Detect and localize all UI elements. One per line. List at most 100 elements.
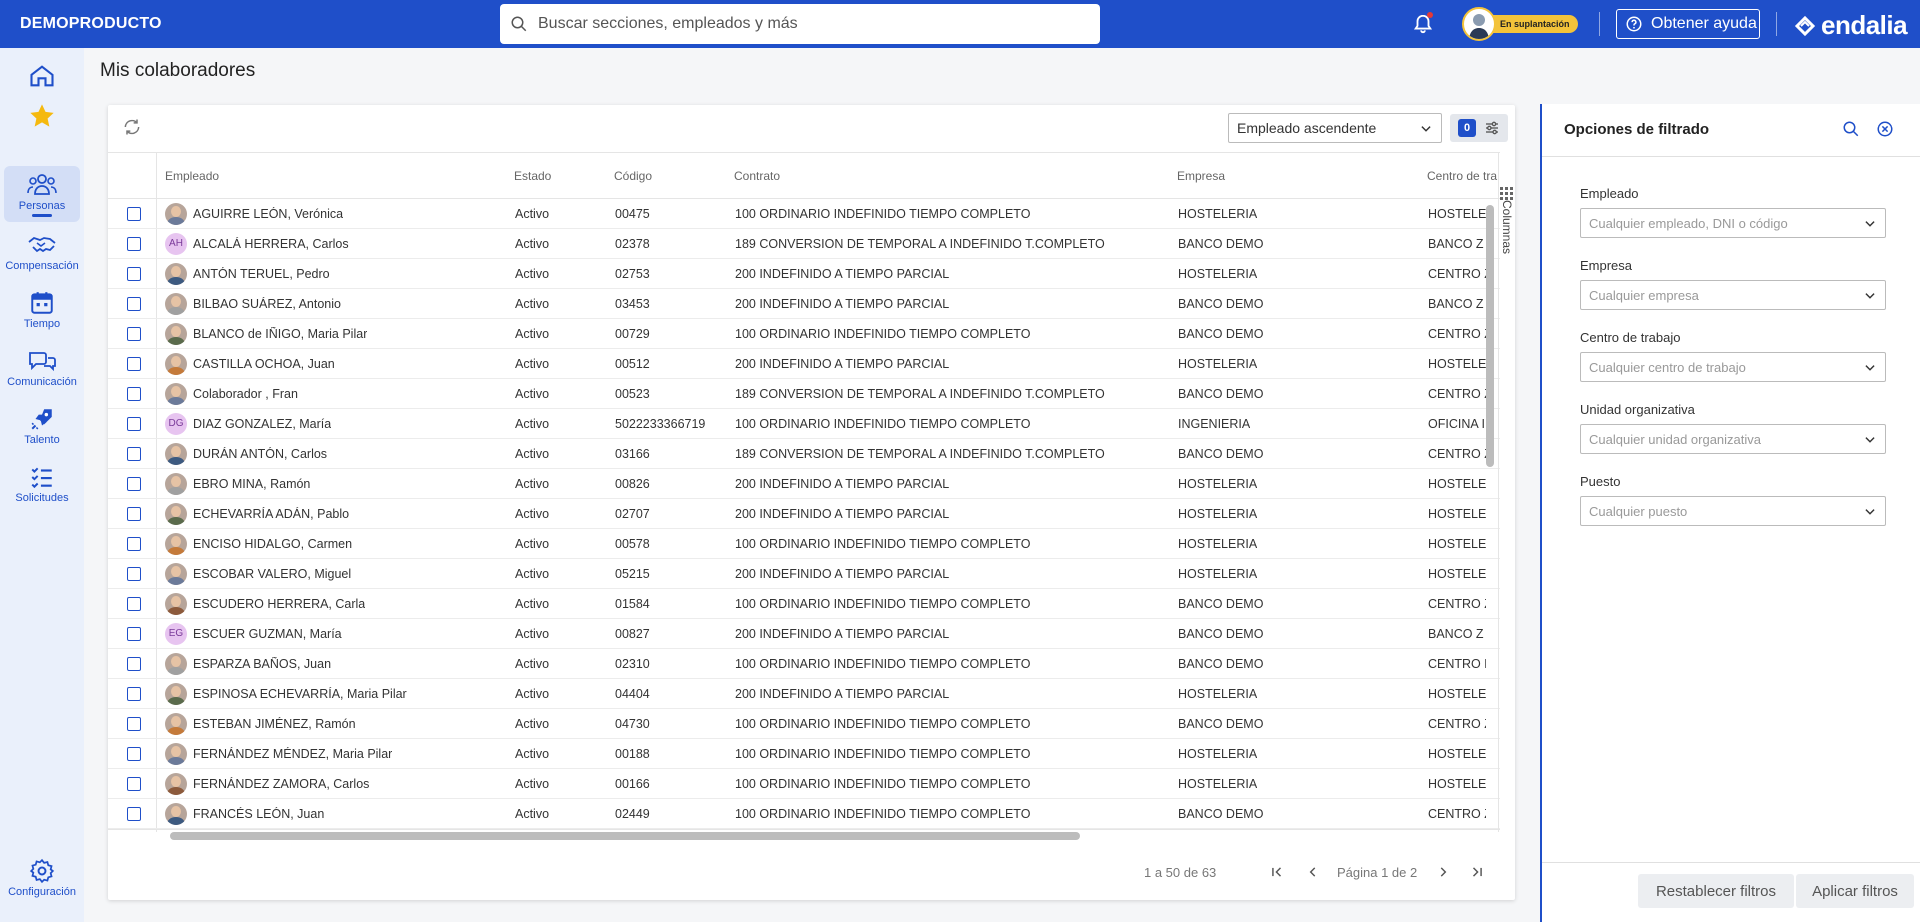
filter-select-centro[interactable]: Cualquier centro de trabajo	[1580, 352, 1886, 382]
row-checkbox[interactable]	[127, 447, 141, 461]
table-row[interactable]: BLANCO de IÑIGO, Maria Pilar Activo 00729 1…	[108, 319, 1500, 349]
table-row[interactable]: Colaborador , Fran Activo 00523 189 CONVERS…	[108, 379, 1500, 409]
header-codigo[interactable]: Código	[614, 169, 652, 183]
sidebar-item-personas[interactable]: Personas	[4, 166, 80, 222]
row-checkbox[interactable]	[127, 237, 141, 251]
employee-name[interactable]: BLANCO de IÑIGO, Maria Pilar	[193, 327, 367, 341]
global-search[interactable]	[500, 4, 1100, 44]
refresh-button[interactable]	[122, 117, 142, 142]
sidebar-item-solicitudes[interactable]: Solicitudes	[4, 464, 80, 516]
sidebar-item-compensacion[interactable]: Compensación	[4, 232, 80, 284]
employee-name[interactable]: ESCUDERO HERRERA, Carla	[193, 597, 365, 611]
grid-icon[interactable]	[1500, 187, 1514, 201]
table-row[interactable]: ENCISO HIDALGO, Carmen Activo 00578 100 ORD…	[108, 529, 1500, 559]
prev-page-button[interactable]	[1306, 865, 1320, 884]
employee-name[interactable]: AGUIRRE LEÓN, Verónica	[193, 207, 343, 221]
row-checkbox[interactable]	[127, 387, 141, 401]
vertical-scrollbar[interactable]	[1486, 205, 1494, 467]
table-row[interactable]: EBRO MINA, Ramón Activo 00826 200 INDEFINID…	[108, 469, 1500, 499]
row-checkbox[interactable]	[127, 777, 141, 791]
row-checkbox[interactable]	[127, 747, 141, 761]
row-checkbox[interactable]	[127, 477, 141, 491]
sort-select[interactable]: Empleado ascendente	[1228, 113, 1442, 143]
row-checkbox[interactable]	[127, 687, 141, 701]
table-row[interactable]: FERNÁNDEZ ZAMORA, Carlos Activo 00166 100 O…	[108, 769, 1500, 799]
employee-name[interactable]: DIAZ GONZALEZ, María	[193, 417, 331, 431]
table-row[interactable]: AGUIRRE LEÓN, Verónica Activo 00475 100 ORD…	[108, 199, 1500, 229]
reset-filters-button[interactable]: Restablecer filtros	[1638, 874, 1794, 908]
row-checkbox[interactable]	[127, 207, 141, 221]
row-checkbox[interactable]	[127, 597, 141, 611]
header-empresa[interactable]: Empresa	[1177, 169, 1225, 183]
employee-name[interactable]: DURÁN ANTÓN, Carlos	[193, 447, 327, 461]
sidebar-item-configuracion[interactable]: Configuración	[4, 858, 80, 910]
employee-name[interactable]: ALCALÁ HERRERA, Carlos	[193, 237, 349, 251]
employee-name[interactable]: FERNÁNDEZ ZAMORA, Carlos	[193, 777, 369, 791]
row-checkbox[interactable]	[127, 327, 141, 341]
impersonation-widget[interactable]: En suplantación	[1462, 7, 1578, 41]
first-page-button[interactable]	[1270, 865, 1284, 884]
employee-name[interactable]: ENCISO HIDALGO, Carmen	[193, 537, 352, 551]
help-button[interactable]: Obtener ayuda	[1616, 9, 1760, 39]
sidebar-item-comunicacion[interactable]: Comunicación	[4, 348, 80, 400]
table-row[interactable]: ANTÓN TERUEL, Pedro Activo 02753 200 INDEFI…	[108, 259, 1500, 289]
table-row[interactable]: EG ESCUER GUZMAN, María Activo 00827 200 IND…	[108, 619, 1500, 649]
close-filter-panel-button[interactable]	[1876, 120, 1894, 143]
table-row[interactable]: ESPINOSA ECHEVARRÍA, Maria Pilar Activo 04…	[108, 679, 1500, 709]
row-checkbox[interactable]	[127, 267, 141, 281]
table-row[interactable]: ESCUDERO HERRERA, Carla Activo 01584 100 OR…	[108, 589, 1500, 619]
row-checkbox[interactable]	[127, 417, 141, 431]
row-checkbox[interactable]	[127, 507, 141, 521]
table-row[interactable]: ECHEVARRÍA ADÁN, Pablo Activo 02707 200 IND…	[108, 499, 1500, 529]
brand-name[interactable]: DEMOPRODUCTO	[20, 15, 500, 33]
employee-name[interactable]: ESPARZA BAÑOS, Juan	[193, 657, 331, 671]
employee-name[interactable]: ESTEBAN JIMÉNEZ, Ramón	[193, 717, 356, 731]
employee-name[interactable]: FERNÁNDEZ MÉNDEZ, Maria Pilar	[193, 747, 392, 761]
notifications-bell-icon[interactable]	[1412, 12, 1434, 41]
employee-name[interactable]: ECHEVARRÍA ADÁN, Pablo	[193, 507, 349, 521]
filter-select-empleado[interactable]: Cualquier empleado, DNI o código	[1580, 208, 1886, 238]
user-avatar[interactable]	[1462, 7, 1496, 41]
table-row[interactable]: DG DIAZ GONZALEZ, María Activo 502223336671…	[108, 409, 1500, 439]
table-row[interactable]: BILBAO SUÁREZ, Antonio Activo 03453 200 IND…	[108, 289, 1500, 319]
table-row[interactable]: ESPARZA BAÑOS, Juan Activo 02310 100 ORDINA…	[108, 649, 1500, 679]
row-checkbox[interactable]	[127, 657, 141, 671]
employee-name[interactable]: FRANCÉS LEÓN, Juan	[193, 807, 324, 821]
header-empleado[interactable]: Empleado	[165, 169, 219, 183]
row-checkbox[interactable]	[127, 567, 141, 581]
row-checkbox[interactable]	[127, 627, 141, 641]
next-page-button[interactable]	[1436, 865, 1450, 884]
row-checkbox[interactable]	[127, 807, 141, 821]
horizontal-scrollbar[interactable]	[170, 832, 1080, 840]
header-contrato[interactable]: Contrato	[734, 169, 780, 183]
employee-name[interactable]: ESCOBAR VALERO, Miguel	[193, 567, 351, 581]
employee-name[interactable]: ESPINOSA ECHEVARRÍA, Maria Pilar	[193, 687, 407, 701]
table-row[interactable]: CASTILLA OCHOA, Juan Activo 00512 200 INDEF…	[108, 349, 1500, 379]
sidebar-item-favorites[interactable]	[4, 102, 80, 134]
employee-name[interactable]: CASTILLA OCHOA, Juan	[193, 357, 335, 371]
employee-name[interactable]: ESCUER GUZMAN, María	[193, 627, 342, 641]
header-centro[interactable]: Centro de tra	[1427, 169, 1497, 183]
table-row[interactable]: DURÁN ANTÓN, Carlos Activo 03166 189 CONVER…	[108, 439, 1500, 469]
sidebar-item-talento[interactable]: Talento	[4, 406, 80, 458]
table-row[interactable]: FRANCÉS LEÓN, Juan Activo 02449 100 ORDINAR…	[108, 799, 1500, 829]
employee-name[interactable]: Colaborador , Fran	[193, 387, 298, 401]
filter-toggle-button[interactable]: 0	[1450, 114, 1508, 142]
filter-select-unidad[interactable]: Cualquier unidad organizativa	[1580, 424, 1886, 454]
header-estado[interactable]: Estado	[514, 169, 551, 183]
table-row[interactable]: FERNÁNDEZ MÉNDEZ, Maria Pilar Activo 00188…	[108, 739, 1500, 769]
sidebar-item-home[interactable]	[4, 62, 80, 94]
apply-filters-button[interactable]: Aplicar filtros	[1796, 874, 1914, 908]
table-row[interactable]: ESCOBAR VALERO, Miguel Activo 05215 200 IND…	[108, 559, 1500, 589]
row-checkbox[interactable]	[127, 717, 141, 731]
employee-name[interactable]: ANTÓN TERUEL, Pedro	[193, 267, 330, 281]
filter-select-puesto[interactable]: Cualquier puesto	[1580, 496, 1886, 526]
last-page-button[interactable]	[1470, 865, 1484, 884]
filter-select-empresa[interactable]: Cualquier empresa	[1580, 280, 1886, 310]
row-checkbox[interactable]	[127, 537, 141, 551]
filter-search-button[interactable]	[1842, 120, 1860, 143]
employee-name[interactable]: BILBAO SUÁREZ, Antonio	[193, 297, 341, 311]
employee-name[interactable]: EBRO MINA, Ramón	[193, 477, 310, 491]
table-row[interactable]: AH ALCALÁ HERRERA, Carlos Activo 02378 189 C…	[108, 229, 1500, 259]
columns-toggle[interactable]: Columnas	[1500, 200, 1514, 254]
